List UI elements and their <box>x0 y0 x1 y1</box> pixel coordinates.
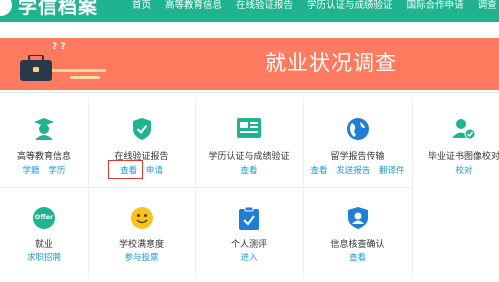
tile-title: 学历认证与成绩验证 <box>208 152 290 162</box>
link-vote[interactable]: 参与投票 <box>124 253 158 263</box>
tile-links: 学籍 学历 <box>0 166 88 177</box>
tile-employment[interactable]: Offer 就业 求职招聘 <box>0 207 88 267</box>
tile-title: 就业 <box>34 240 53 250</box>
divider <box>0 92 499 93</box>
briefcase-icon <box>20 55 52 81</box>
link-view[interactable]: 查看 <box>311 166 328 176</box>
nav-item-international[interactable]: 国际合作申请 <box>407 0 464 13</box>
logo-icon <box>0 0 12 16</box>
link-enter[interactable]: 进入 <box>240 253 257 263</box>
tile-higher-education[interactable]: 高等教育信息 学籍 学历 <box>0 118 88 178</box>
nav-item-survey[interactable]: 调查 <box>478 0 497 13</box>
tile-links: 进入 <box>195 253 303 264</box>
tile-title: 学校满意度 <box>118 240 164 250</box>
banner-decoration <box>70 76 100 79</box>
survey-banner[interactable]: 就业状况调查 <box>0 38 499 90</box>
link-apply[interactable]: 申请 <box>146 166 163 176</box>
tile-title: 留学报告传输 <box>330 152 385 162</box>
logo-text[interactable]: 学信档案 <box>18 0 98 19</box>
tile-links: 查看 <box>195 166 303 177</box>
question-marks-icon: ? ? <box>52 42 66 52</box>
link-translation[interactable]: 翻译件 <box>379 166 405 176</box>
tile-personal-assessment[interactable]: 个人测评 进入 <box>195 207 303 267</box>
tile-title: 个人测评 <box>230 240 267 250</box>
clipboard-check-icon <box>239 207 259 230</box>
smiley-icon <box>130 207 153 229</box>
grid-divider <box>0 187 413 188</box>
tile-title: 高等教育信息 <box>16 152 71 162</box>
tile-info-verification[interactable]: 信息核查确认 查看 <box>303 207 412 267</box>
nav-item-online-verification[interactable]: 在线验证报告 <box>236 0 293 13</box>
tile-overseas-report[interactable]: 留学报告传输 查看 发送报告 翻译件 <box>303 118 412 178</box>
offer-icon-text: Offer <box>34 213 54 221</box>
tile-links: 参与投票 <box>88 253 195 264</box>
shield-check-icon <box>132 118 151 140</box>
banner-title: 就业状况调查 <box>265 51 397 75</box>
globe-icon <box>346 118 369 140</box>
tile-school-satisfaction[interactable]: 学校满意度 参与投票 <box>88 207 195 267</box>
main-nav: 首页 高等教育信息 在线验证报告 学历认证与成绩验证 国际合作申请 调查 <box>132 0 497 13</box>
tile-certificate-image-check[interactable]: 毕业证书图像校对 校对 <box>412 118 499 178</box>
banner-decoration <box>46 69 106 72</box>
tile-links: 校对 <box>412 166 499 177</box>
link-view[interactable]: 查看 <box>240 166 257 176</box>
user-badge-icon <box>347 207 368 229</box>
tile-title: 信息核查确认 <box>330 240 385 250</box>
tile-degree-certification[interactable]: 学历认证与成绩验证 查看 <box>195 118 303 178</box>
link-verify[interactable]: 校对 <box>455 166 472 176</box>
link-send-report[interactable]: 发送报告 <box>336 166 370 176</box>
tile-links: 查看 发送报告 翻译件 <box>303 166 412 177</box>
top-header: 学信档案 首页 高等教育信息 在线验证报告 学历认证与成绩验证 国际合作申请 调… <box>0 0 499 22</box>
user-check-icon <box>452 119 476 140</box>
link-job-search[interactable]: 求职招聘 <box>27 253 61 263</box>
id-card-icon <box>237 118 261 138</box>
tile-title: 毕业证书图像校对 <box>427 152 499 162</box>
nav-item-degree-certification[interactable]: 学历认证与成绩验证 <box>307 0 393 13</box>
nav-item-higher-education[interactable]: 高等教育信息 <box>165 0 222 13</box>
tile-links: 查看 <box>303 253 412 264</box>
nav-item-home[interactable]: 首页 <box>132 0 151 13</box>
link-view[interactable]: 查看 <box>349 253 366 263</box>
highlight-box <box>108 160 143 179</box>
link-enrollment[interactable]: 学籍 <box>23 166 40 176</box>
link-degree[interactable]: 学历 <box>48 166 65 176</box>
graduate-icon <box>34 118 54 140</box>
tile-links: 求职招聘 <box>0 253 88 264</box>
